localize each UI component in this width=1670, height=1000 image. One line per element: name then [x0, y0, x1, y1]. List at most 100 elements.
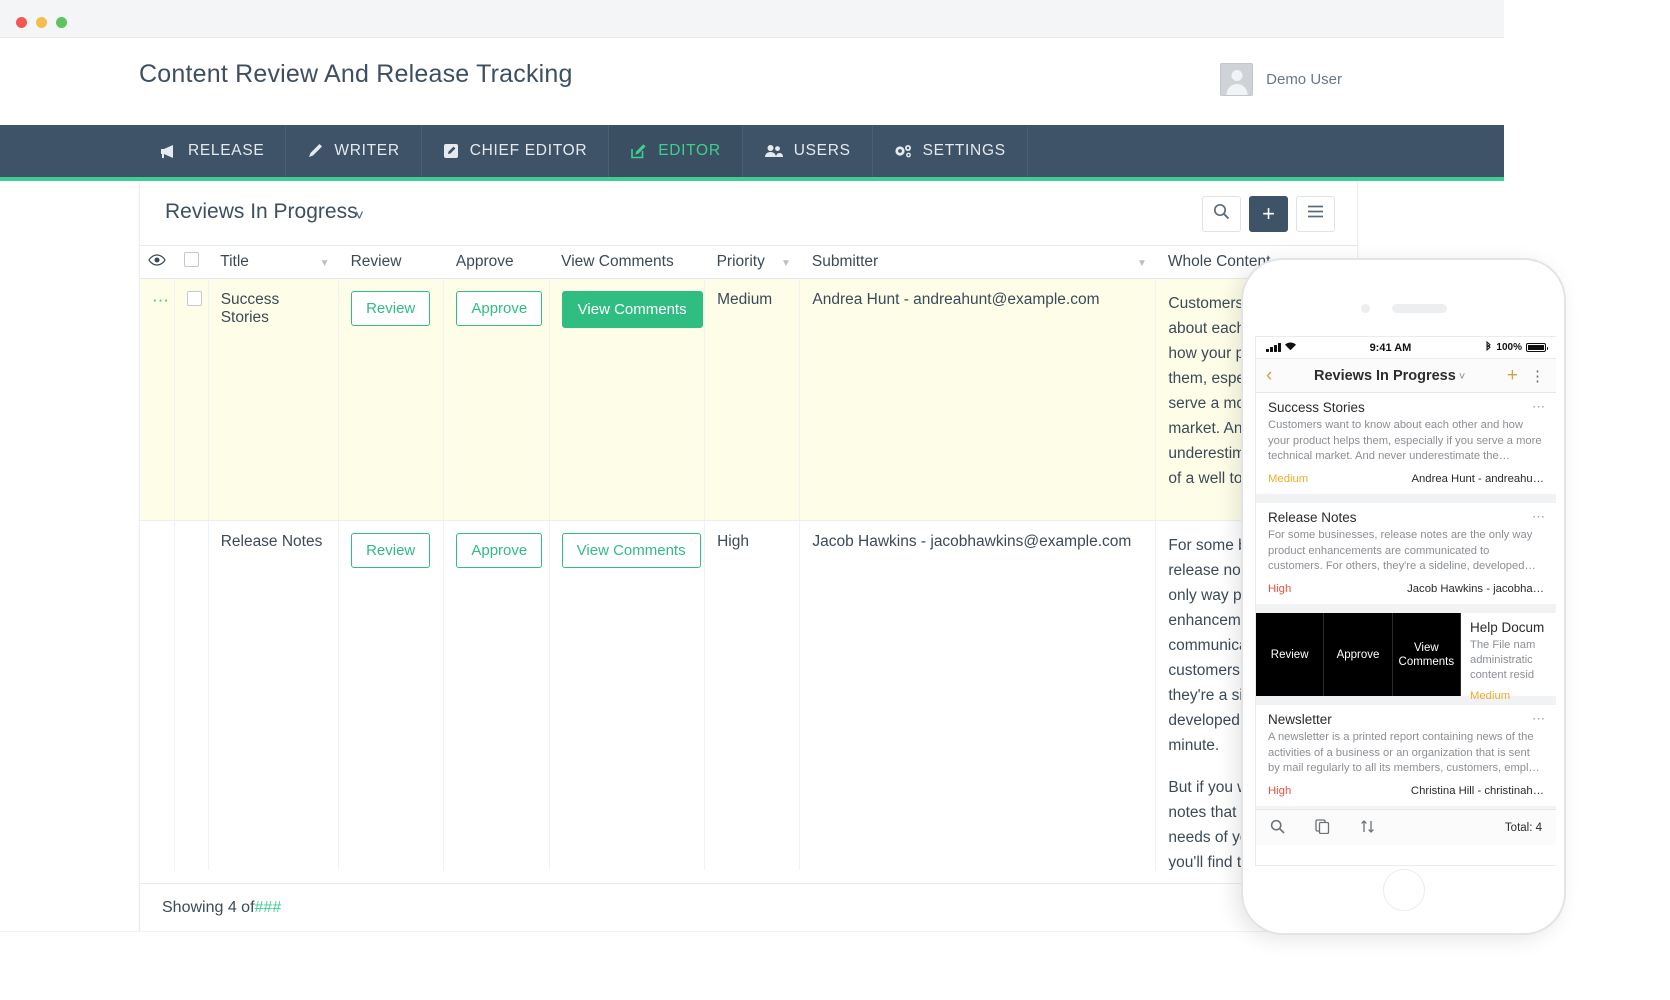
- column-header-submitter[interactable]: Submitter ▼: [799, 245, 1156, 279]
- grid-title[interactable]: Reviews In Progress: [165, 200, 358, 224]
- nav-label: EDITOR: [658, 142, 721, 159]
- list-item-swiped[interactable]: Review Approve View Comments Help Docum …: [1256, 613, 1556, 702]
- chevron-down-icon[interactable]: ˅: [355, 207, 364, 224]
- column-label: View Comments: [561, 253, 674, 270]
- pencil-icon: [307, 143, 323, 159]
- card-title: Release Notes: [1268, 510, 1357, 525]
- row-select-cell[interactable]: [174, 520, 209, 870]
- row-checkbox[interactable]: [186, 291, 202, 306]
- main-navigation: RELEASE WRITER CHIEF EDITOR EDITOR USERS…: [0, 125, 1504, 177]
- column-header-title[interactable]: Title ▼: [208, 245, 339, 279]
- megaphone-icon: [160, 144, 177, 159]
- view-comments-button[interactable]: View Comments: [561, 533, 701, 568]
- column-label: Submitter: [811, 253, 879, 270]
- card-submitter: Jacob Hawkins - jacobha…: [1407, 583, 1544, 595]
- sort-arrow-icon[interactable]: ▼: [320, 258, 330, 269]
- column-header-view-comments[interactable]: View Comments: [549, 245, 705, 279]
- table-row[interactable]: ⋯ Success Stories Review Approve View Co…: [140, 278, 1357, 521]
- view-comments-button[interactable]: View Comments: [561, 291, 703, 328]
- swipe-review-action[interactable]: Review: [1256, 613, 1325, 696]
- camera-icon: [1360, 304, 1370, 313]
- showing-count-label: Showing 4 of: [162, 899, 255, 916]
- nav-item-chief-editor[interactable]: CHIEF EDITOR: [422, 125, 610, 177]
- menu-button[interactable]: [1296, 196, 1335, 232]
- close-window-button[interactable]: [16, 17, 27, 28]
- swipe-view-comments-action[interactable]: View Comments: [1392, 613, 1461, 696]
- nav-item-editor[interactable]: EDITOR: [609, 125, 743, 177]
- phone-speaker: [1360, 304, 1447, 313]
- minimize-window-button[interactable]: [36, 17, 47, 28]
- card-priority: Medium: [1268, 473, 1309, 485]
- phone-title[interactable]: Reviews In Progress ˅: [1272, 368, 1507, 384]
- list-divider: [1256, 604, 1556, 613]
- row-select-cell[interactable]: [174, 278, 209, 521]
- card-menu-icon[interactable]: ⋯: [1532, 509, 1546, 525]
- nav-item-users[interactable]: USERS: [743, 125, 873, 177]
- card-menu-icon[interactable]: ⋯: [1532, 711, 1546, 727]
- nav-item-writer[interactable]: WRITER: [286, 125, 422, 177]
- column-header-review[interactable]: Review: [338, 245, 444, 279]
- swipe-approve-action[interactable]: Approve: [1324, 613, 1393, 696]
- app-screenshot: Content Review And Release Tracking Demo…: [0, 0, 1670, 1000]
- phone-card-list[interactable]: ⋯ Success Stories Customers want to know…: [1256, 393, 1556, 809]
- cell-priority: High: [704, 520, 801, 870]
- grid-toolbar: +: [1202, 196, 1335, 232]
- plus-icon: +: [1262, 201, 1275, 226]
- cell-priority: Medium: [704, 278, 801, 521]
- phone-add-button[interactable]: +: [1507, 365, 1518, 387]
- column-header-visibility[interactable]: [140, 245, 175, 279]
- approve-button[interactable]: Approve: [456, 533, 543, 568]
- row-menu-icon[interactable]: ⋯: [152, 291, 170, 310]
- maximize-window-button[interactable]: [56, 17, 67, 28]
- column-header-select-all[interactable]: [174, 245, 209, 279]
- cell-submitter: Andrea Hunt - andreahunt@example.com: [799, 278, 1157, 521]
- list-item[interactable]: ⋯ Success Stories Customers want to know…: [1256, 393, 1556, 494]
- cell-submitter: Jacob Hawkins - jacobhawkins@example.com: [799, 520, 1157, 870]
- nav-label: RELEASE: [188, 142, 265, 159]
- phone-more-button[interactable]: ⋮: [1530, 367, 1546, 385]
- review-button[interactable]: Review: [351, 533, 431, 568]
- duplicate-icon[interactable]: [1315, 818, 1330, 837]
- cell-comments: View Comments: [549, 520, 706, 870]
- nav-item-settings[interactable]: SETTINGS: [873, 125, 1028, 177]
- nav-label: WRITER: [334, 142, 400, 159]
- phone-title-label: Reviews In Progress: [1313, 367, 1456, 384]
- review-button[interactable]: Review: [351, 291, 431, 326]
- list-item[interactable]: ⋯ Release Notes For some businesses, rel…: [1256, 503, 1556, 604]
- grid-footer: Showing 4 of ###: [139, 883, 1358, 933]
- column-label: Review: [350, 253, 402, 270]
- card-priority: High: [1268, 583, 1292, 595]
- search-icon: [1213, 203, 1230, 225]
- column-header-priority[interactable]: Priority ▼: [704, 245, 800, 279]
- card-body: For some businesses, release notes are t…: [1268, 529, 1536, 572]
- approve-button[interactable]: Approve: [456, 291, 543, 326]
- app-header: Content Review And Release Tracking Demo…: [0, 38, 1504, 125]
- swiped-card-peek[interactable]: Help Docum The File nam administratic co…: [1460, 613, 1556, 702]
- note-edit-icon: [443, 143, 459, 159]
- user-name-label: Demo User: [1266, 71, 1342, 88]
- add-button[interactable]: +: [1249, 196, 1288, 232]
- user-menu[interactable]: Demo User: [1220, 63, 1342, 96]
- search-button[interactable]: [1202, 196, 1241, 232]
- sort-arrow-icon[interactable]: ▼: [1137, 258, 1147, 269]
- table-row[interactable]: Release Notes Review Approve View Commen…: [140, 520, 1357, 870]
- cell-review: Review: [338, 278, 445, 521]
- card-menu-icon[interactable]: ⋯: [1532, 399, 1546, 415]
- bluetooth-icon: [1485, 340, 1492, 354]
- battery-percent-label: 100%: [1496, 342, 1522, 353]
- grid-table-wrapper[interactable]: Title ▼ Review Approve View Comments Pri…: [140, 245, 1357, 870]
- nav-label: USERS: [793, 142, 851, 159]
- search-icon[interactable]: [1270, 819, 1285, 837]
- sort-updown-icon[interactable]: [1360, 819, 1375, 837]
- select-all-checkbox[interactable]: [183, 252, 199, 267]
- list-item[interactable]: ⋯ Newsletter A newsletter is a printed r…: [1256, 705, 1556, 806]
- row-actions-cell[interactable]: [140, 520, 175, 870]
- phone-screen: 9:41 AM 100% ‹ Reviews In Progress˅ + ⋮: [1255, 336, 1556, 866]
- column-header-approve[interactable]: Approve: [443, 245, 550, 279]
- sort-arrow-icon[interactable]: ▼: [781, 258, 791, 269]
- compose-icon: [630, 143, 647, 160]
- nav-item-release[interactable]: RELEASE: [139, 125, 287, 177]
- home-button[interactable]: [1382, 869, 1425, 911]
- row-actions-cell[interactable]: ⋯: [140, 278, 175, 521]
- card-body: A newsletter is a printed report contain…: [1268, 731, 1540, 774]
